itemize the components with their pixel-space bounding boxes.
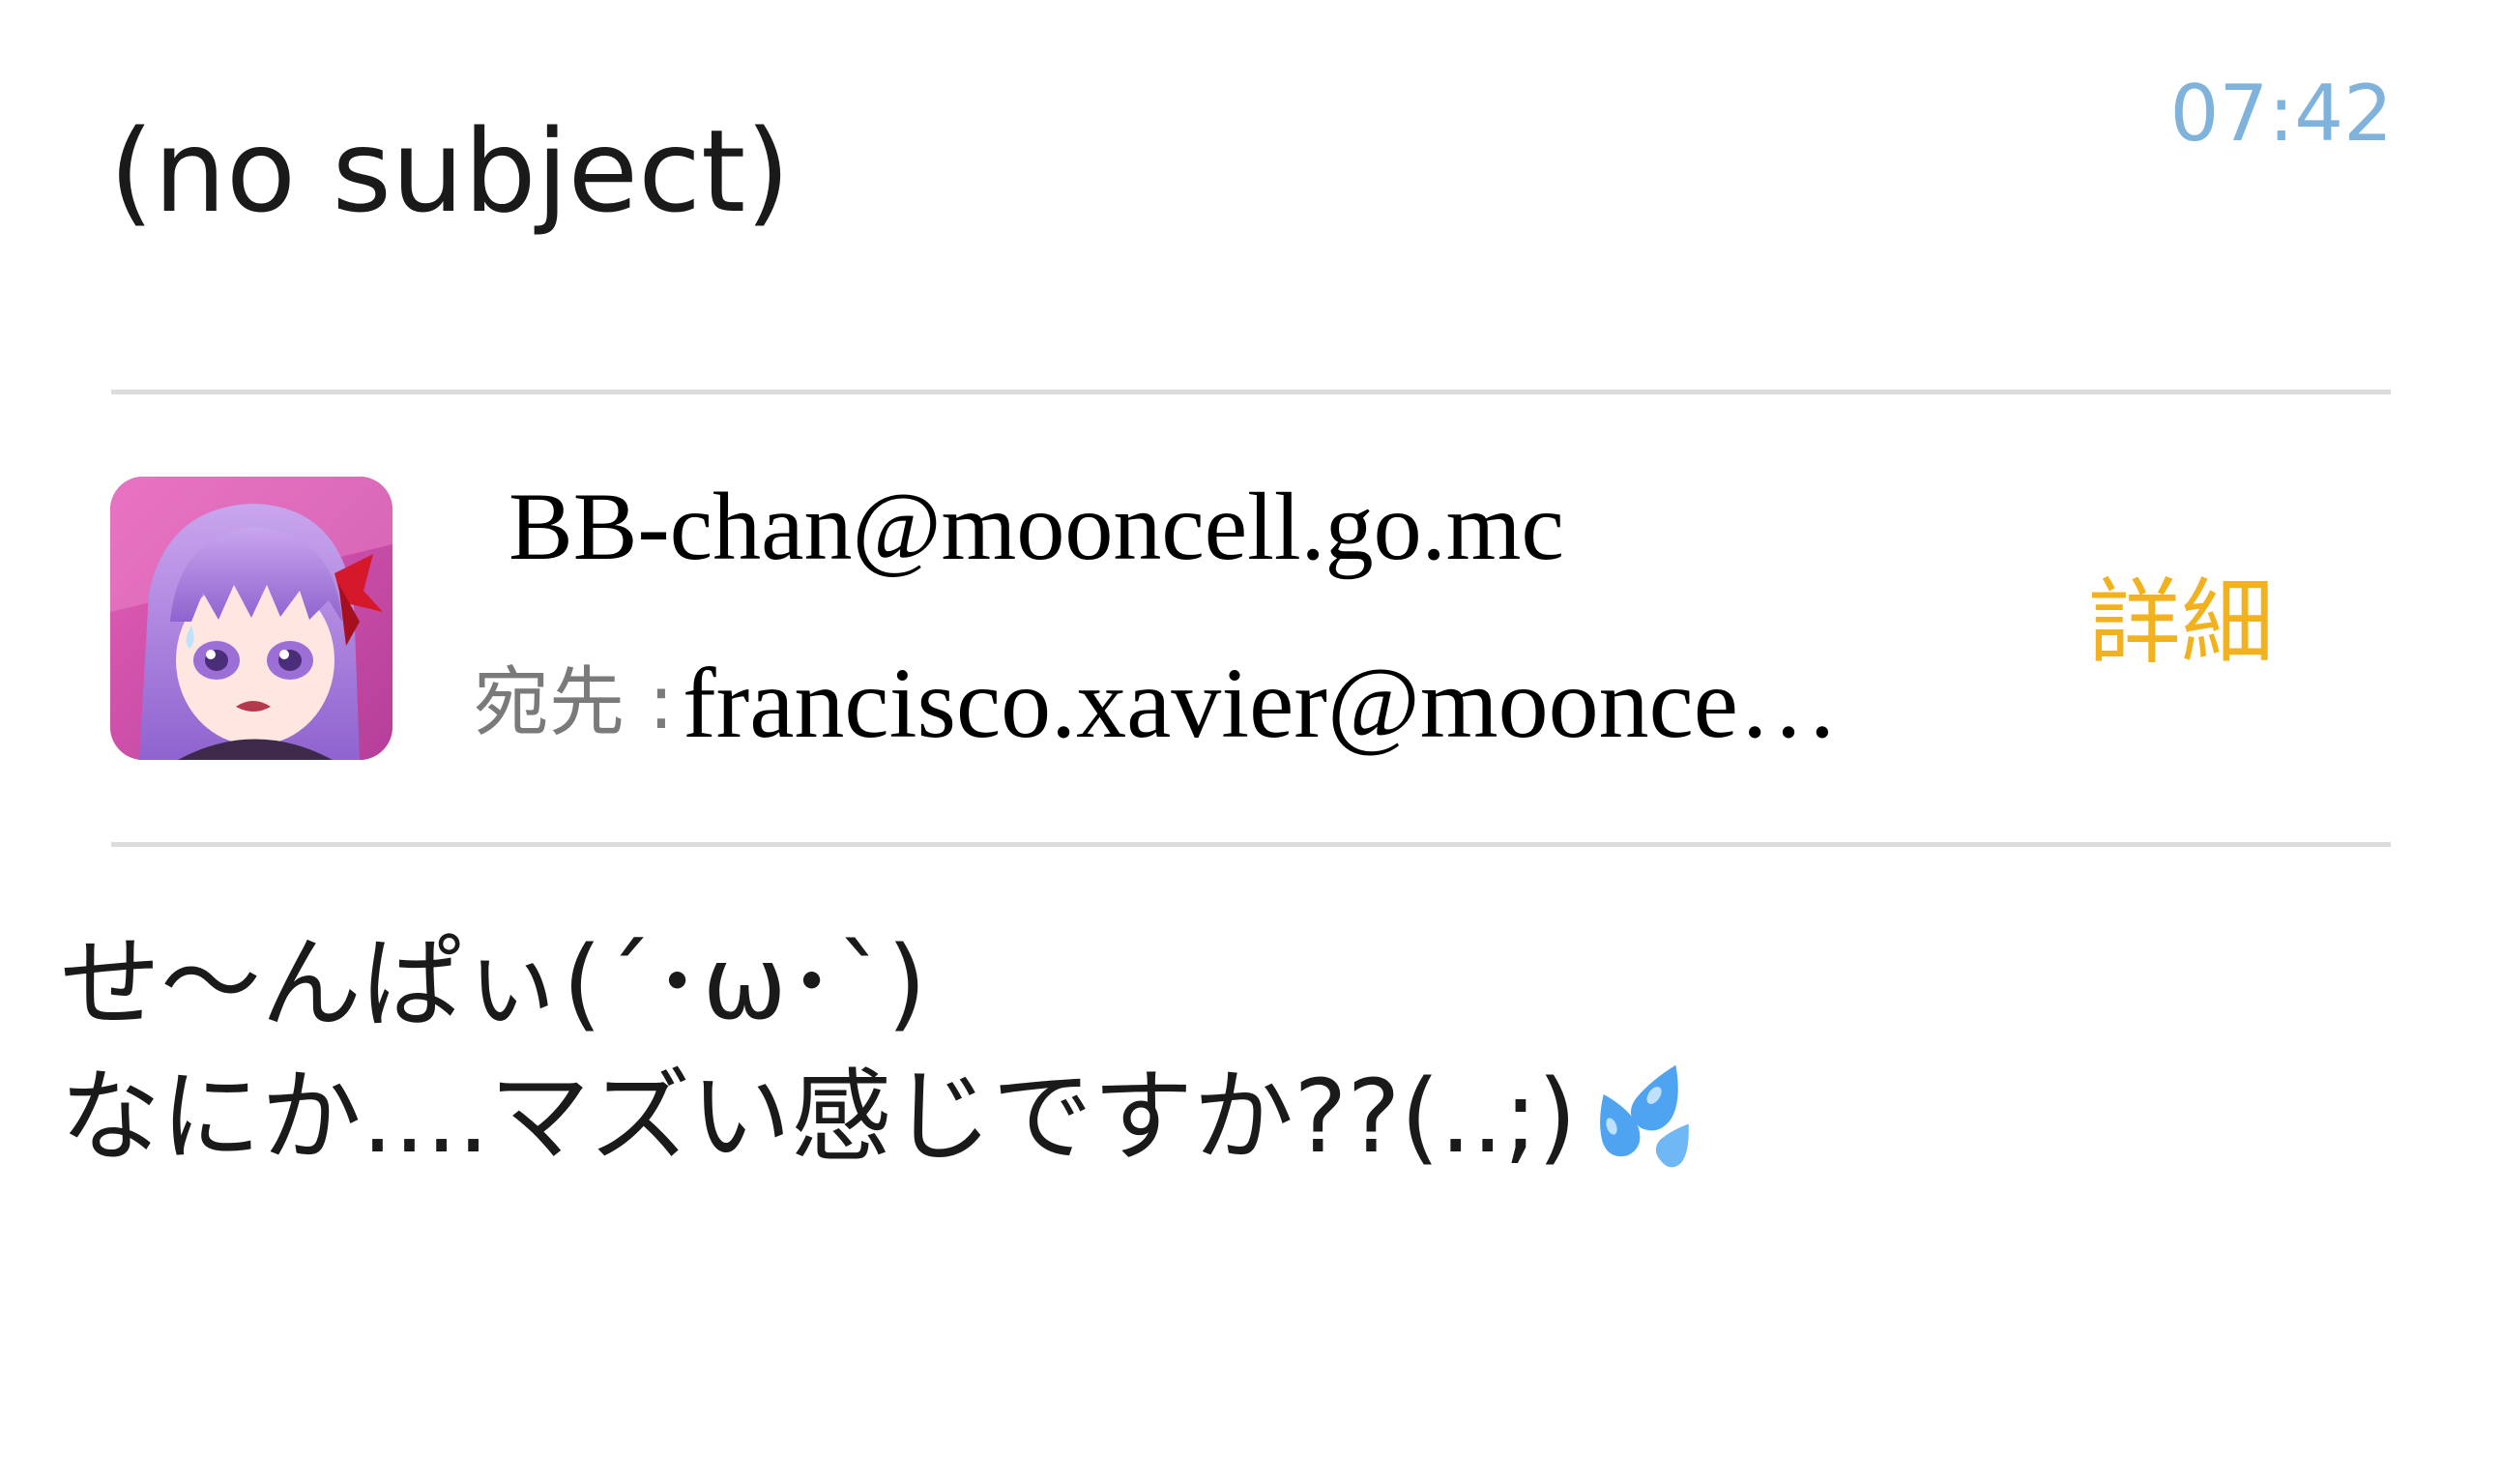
recipient-label: 宛先 : (474, 659, 675, 746)
avatar-icon (110, 477, 393, 760)
message-line-1: せ〜んぱぃ(´･ω･`) (60, 924, 927, 1042)
details-button[interactable]: 詳細 (2088, 576, 2274, 669)
header-divider (111, 390, 2391, 394)
sender-email[interactable]: BB-chan@mooncell.go.mc (509, 479, 1564, 575)
recipient-email[interactable]: francisco.xavier@moonce… (683, 654, 1839, 754)
sender-avatar[interactable] (110, 477, 393, 760)
email-subject: (no subject) (109, 104, 791, 238)
message-body: せ〜んぱぃ(´･ω･`) なにか....マズい感じですか??(..;) (60, 917, 1708, 1183)
body-divider (111, 842, 2391, 847)
message-line-2: なにか....マズい感じですか??(..;) (60, 1050, 1708, 1183)
email-time: 07:42 (2169, 69, 2393, 159)
sweat-droplets-icon (1600, 1064, 1689, 1168)
message-line-2-text: なにか....マズい感じですか??(..;) (60, 1058, 1577, 1176)
